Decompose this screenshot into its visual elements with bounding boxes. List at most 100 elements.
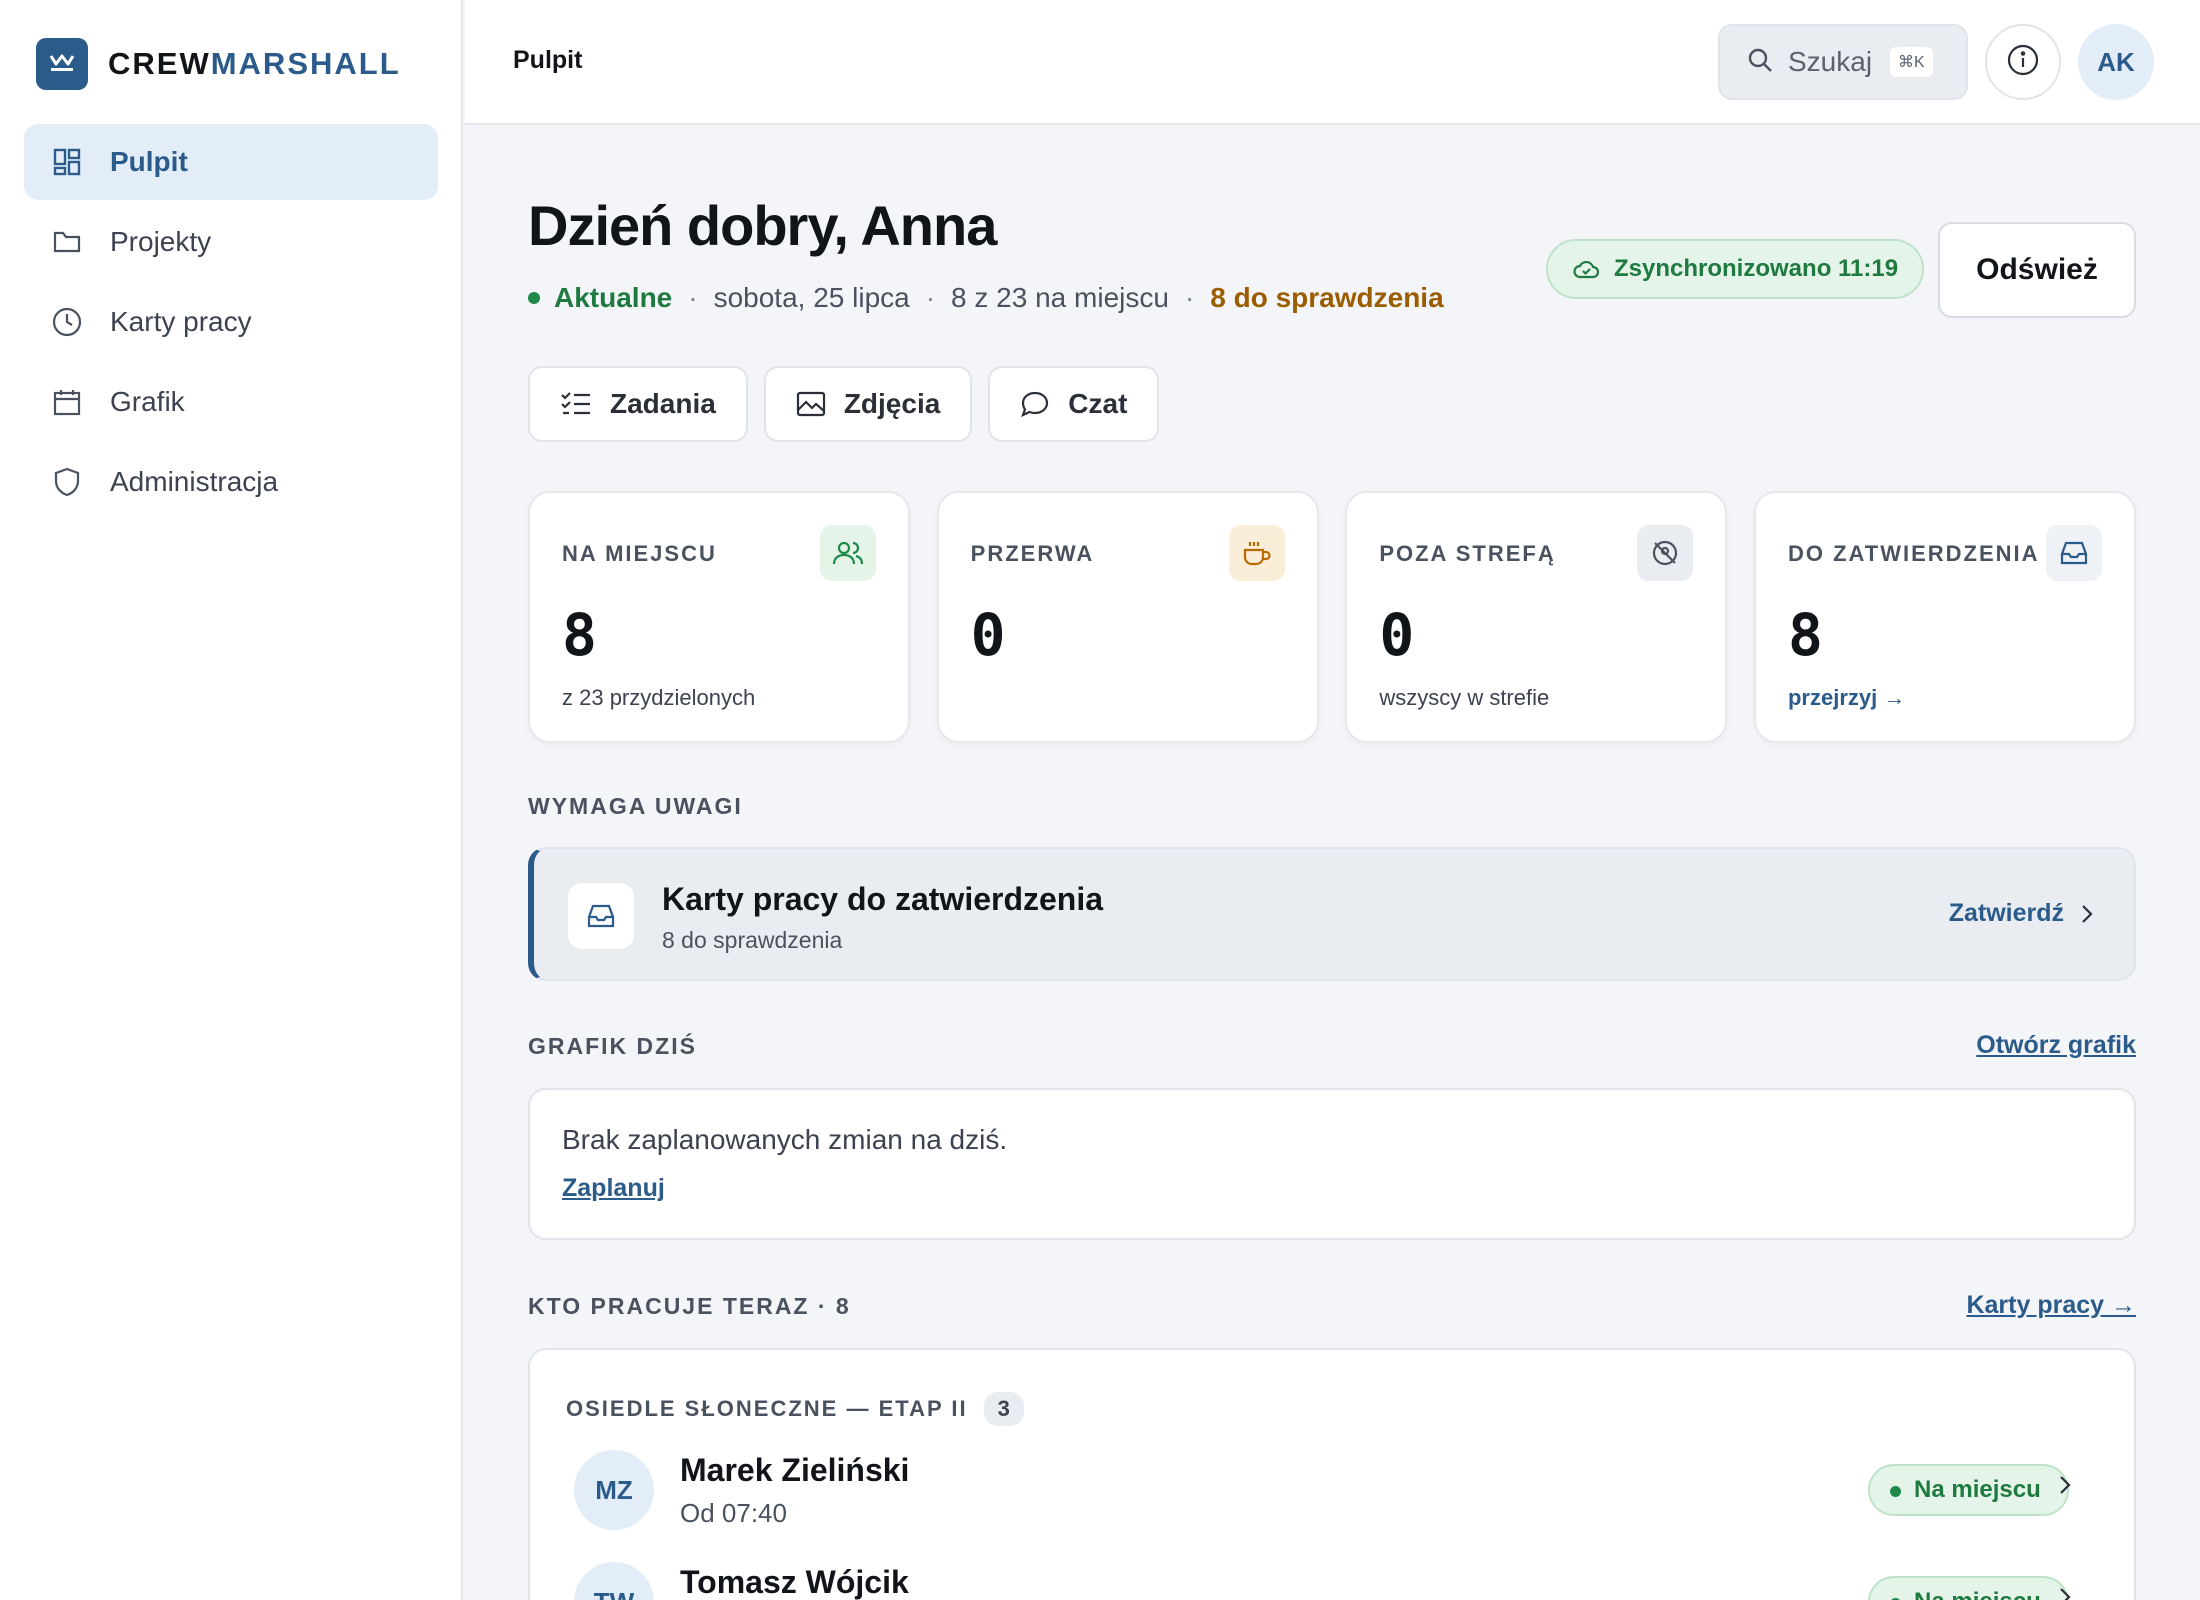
- open-schedule-link[interactable]: Otwórz grafik: [1976, 1031, 2136, 1060]
- chevron-right-icon: [2058, 1586, 2072, 1600]
- brand-mark-icon: [36, 38, 88, 90]
- separator: ·: [688, 282, 698, 313]
- user-avatar[interactable]: AK: [2078, 24, 2154, 100]
- stat-subtext: wszyscy w strefie: [1379, 685, 1550, 710]
- search-label: Szukaj: [1788, 46, 1873, 77]
- tab-label: Zadania: [610, 388, 716, 419]
- stat-card-onsite[interactable]: NA MIEJSCU 8 z 23 przydzielonych: [528, 491, 910, 743]
- date-text: sobota, 25 lipca: [713, 282, 910, 313]
- brand-name: CREWMARSHALL: [108, 46, 401, 81]
- sync-status-badge: Zsynchronizowano 11:19: [1546, 239, 1925, 299]
- tab-czat[interactable]: Czat: [988, 366, 1160, 442]
- tab-label: Czat: [1068, 388, 1128, 419]
- person-time: Od 07:40: [680, 1498, 787, 1528]
- sidebar-item-projekty[interactable]: Projekty: [24, 204, 438, 280]
- users-icon: [820, 525, 876, 581]
- topbar: Pulpit Szukaj ⌘K AK: [465, 0, 2200, 125]
- sidebar-item-pulpit[interactable]: Pulpit: [24, 124, 438, 200]
- brand-logo[interactable]: CREWMARSHALL: [36, 38, 401, 90]
- plan-link[interactable]: Zaplanuj: [562, 1174, 665, 1203]
- tab-zdjecia[interactable]: Zdjęcia: [763, 366, 973, 442]
- location-off-icon: [1637, 525, 1694, 581]
- dashboard-icon: [50, 145, 84, 179]
- section-heading-crew: KTO PRACUJE TERAZ · 8: [528, 1293, 851, 1319]
- chevron-right-icon: [2058, 1474, 2072, 1496]
- inbox-icon: [568, 883, 634, 949]
- tab-label: Zdjęcia: [843, 388, 941, 419]
- image-icon: [796, 391, 826, 417]
- avatar: MZ: [574, 1450, 654, 1530]
- onsite-summary: 8 z 23 na miejscu: [951, 282, 1169, 313]
- section-heading-schedule: GRAFIK DZIŚ: [528, 1033, 697, 1059]
- sync-label: Zsynchronizowano 11:19: [1614, 255, 1899, 282]
- list-item[interactable]: TW Tomasz Wójcik Na miejscu: [574, 1562, 2094, 1600]
- info-icon: [2006, 43, 2040, 82]
- search-shortcut: ⌘K: [1890, 47, 1933, 77]
- sidebar-item-label: Administracja: [110, 466, 279, 497]
- group-count-badge: 3: [983, 1392, 1024, 1426]
- chat-icon: [1020, 390, 1050, 418]
- stat-title: NA MIEJSCU: [562, 541, 717, 566]
- sidebar: CREWMARSHALL Pulpit Projekty Karty pracy…: [0, 0, 463, 1600]
- attention-card[interactable]: Karty pracy do zatwierdzenia 8 do sprawd…: [528, 847, 2136, 981]
- sidebar-item-label: Projekty: [110, 226, 212, 257]
- checklist-icon: [560, 390, 592, 418]
- inbox-icon: [2045, 525, 2102, 581]
- calendar-icon: [50, 385, 84, 419]
- list-item[interactable]: MZ Marek Zieliński Od 07:40 Na miejscu: [574, 1450, 2094, 1534]
- sidebar-item-administracja[interactable]: Administracja: [24, 444, 438, 520]
- chevron-right-icon: [2080, 903, 2094, 925]
- sidebar-item-label: Karty pracy: [110, 306, 252, 337]
- crew-card: OSIEDLE SŁONECZNE — ETAP II 3 MZ Marek Z…: [528, 1348, 2136, 1600]
- review-link[interactable]: przejrzyj →: [1788, 685, 1905, 711]
- page-title: Dzień dobry, Anna: [528, 194, 997, 257]
- cloud-check-icon: [1572, 258, 1600, 280]
- avatar: TW: [574, 1562, 654, 1600]
- group-name: OSIEDLE SŁONECZNE — ETAP II: [566, 1396, 968, 1421]
- info-button[interactable]: [1985, 24, 2061, 100]
- shield-icon: [50, 465, 84, 499]
- stat-card-break[interactable]: PRZERWA 0: [936, 491, 1319, 743]
- sidebar-item-label: Pulpit: [110, 146, 188, 177]
- quick-actions: Zadania Zdjęcia Czat: [528, 366, 1175, 442]
- person-name: Tomasz Wójcik: [680, 1564, 909, 1600]
- stats-row: NA MIEJSCU 8 z 23 przydzielonych PRZERWA…: [528, 491, 2136, 743]
- status-line: Aktualne · sobota, 25 lipca · 8 z 23 na …: [528, 282, 1444, 314]
- stat-title: DO ZATWIERDZENIA: [1787, 541, 2040, 566]
- stat-title: POZA STREFĄ: [1379, 541, 1556, 566]
- separator: ·: [925, 282, 936, 313]
- review-summary[interactable]: 8 do sprawdzenia: [1210, 282, 1443, 314]
- status-dot: [528, 292, 540, 304]
- stat-value: 0: [970, 601, 1006, 669]
- sidebar-item-label: Grafik: [110, 386, 185, 417]
- stat-card-approve[interactable]: DO ZATWIERDZENIA 8 przejrzyj →: [1753, 491, 2136, 743]
- section-heading-attention: WYMAGA UWAGI: [528, 793, 743, 819]
- clock-icon: [50, 305, 84, 339]
- stat-value: 0: [1379, 601, 1415, 669]
- stat-subtext: z 23 przydzielonych: [562, 685, 756, 710]
- status-badge: Na miejscu: [1868, 1576, 2069, 1600]
- sidebar-item-grafik[interactable]: Grafik: [24, 364, 438, 440]
- stat-card-outside[interactable]: POZA STREFĄ 0 wszyscy w strefie: [1345, 491, 1728, 743]
- refresh-button[interactable]: Odśwież: [1938, 222, 2136, 318]
- coffee-icon: [1228, 525, 1285, 581]
- stat-value: 8: [1787, 601, 1823, 669]
- search-button[interactable]: Szukaj ⌘K: [1718, 24, 1968, 100]
- timesheets-link[interactable]: Karty pracy →: [1966, 1291, 2136, 1320]
- attention-title: Karty pracy do zatwierdzenia: [662, 881, 1104, 917]
- crew-group-header[interactable]: OSIEDLE SŁONECZNE — ETAP II 3: [566, 1392, 1024, 1426]
- sidebar-item-karty-pracy[interactable]: Karty pracy: [24, 284, 438, 360]
- approve-label: Zatwierdź: [1948, 899, 2064, 927]
- status-badge: Na miejscu: [1868, 1464, 2069, 1516]
- separator: ·: [1184, 282, 1195, 313]
- approve-button[interactable]: Zatwierdź: [1949, 899, 2094, 928]
- stat-value: 8: [562, 601, 597, 669]
- tab-zadania[interactable]: Zadania: [528, 366, 748, 442]
- status-text: Aktualne: [554, 282, 673, 313]
- sidebar-nav: Pulpit Projekty Karty pracy Grafik Admin…: [24, 124, 438, 524]
- folder-icon: [50, 225, 84, 259]
- attention-subtitle: 8 do sprawdzenia: [662, 927, 843, 953]
- empty-state-text: Brak zaplanowanych zmian na dziś.: [562, 1124, 1008, 1155]
- breadcrumb[interactable]: Pulpit: [513, 46, 582, 75]
- search-icon: [1746, 46, 1774, 79]
